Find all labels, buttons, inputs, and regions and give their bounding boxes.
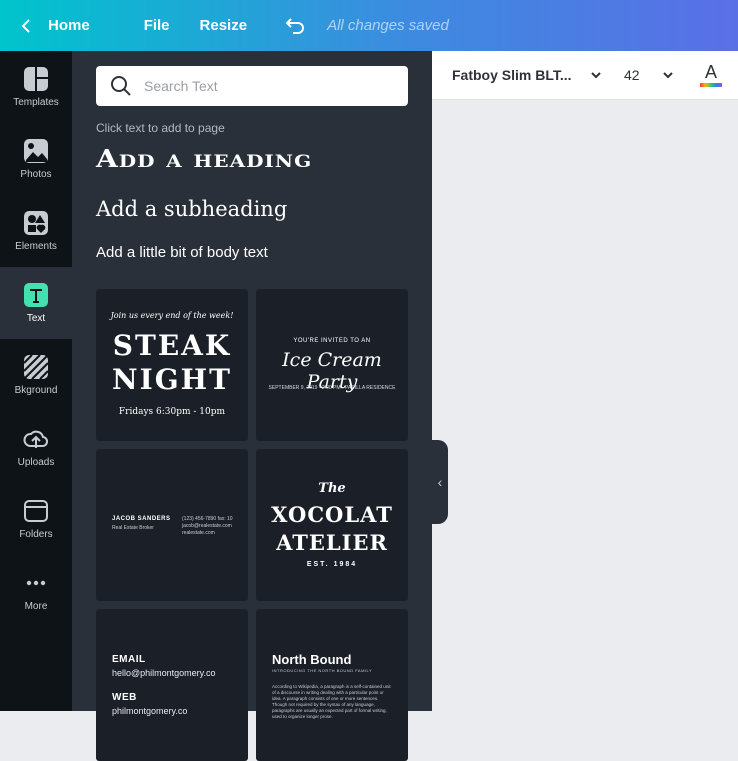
text-icon xyxy=(23,282,49,308)
template-business-card[interactable]: JACOB SANDERS Real Estate Broker (123) 4… xyxy=(96,449,248,601)
chevron-down-icon[interactable] xyxy=(662,69,674,81)
template-text: EST. 1984 xyxy=(306,561,358,568)
rail-item-folders[interactable]: Folders xyxy=(0,483,72,555)
rail-item-templates[interactable]: Templates xyxy=(0,51,72,123)
panel-hint: Click text to add to page xyxy=(96,121,225,135)
search-icon xyxy=(111,76,131,96)
template-text: realestate.com xyxy=(182,530,215,536)
folder-icon xyxy=(23,498,49,524)
rail-item-elements[interactable]: Elements xyxy=(0,195,72,267)
template-text: SEPTEMBER 9, 2019 · 2:00 PM · PADILLA RE… xyxy=(268,385,396,391)
template-text: hello@philmontgomery.co xyxy=(112,668,216,678)
template-text: The xyxy=(318,481,346,496)
text-toolbar: Fatboy Slim BLT... 42 A xyxy=(432,51,738,100)
rail-label: Photos xyxy=(20,169,52,180)
undo-icon xyxy=(285,17,304,34)
rail-label: Bkground xyxy=(14,385,58,396)
add-body-text-button[interactable]: Add a little bit of body text xyxy=(96,244,268,261)
rail-label: Templates xyxy=(13,97,59,108)
template-text: Real Estate Broker xyxy=(112,525,154,531)
template-title: EMAIL xyxy=(112,654,146,665)
rail-label: Elements xyxy=(15,241,57,252)
file-menu-button[interactable]: File xyxy=(144,17,170,34)
rail-item-uploads[interactable]: Uploads xyxy=(0,411,72,483)
resize-button[interactable]: Resize xyxy=(200,17,248,34)
template-contact: (123) 456-7890 fax: 10 jacob@realestate.… xyxy=(182,516,233,537)
template-title-line: ATELIER xyxy=(276,530,388,555)
template-title: STEAK NIGHT xyxy=(96,329,248,397)
template-title: North Bound xyxy=(272,652,352,667)
home-label: Home xyxy=(48,17,90,34)
chevron-left-icon: ‹ xyxy=(437,474,443,490)
template-title-line: NIGHT xyxy=(112,363,232,396)
color-bar xyxy=(700,83,722,87)
template-title: JACOB SANDERS xyxy=(112,516,171,522)
text-panel: Click text to add to page Add a heading … xyxy=(72,51,432,761)
undo-button[interactable] xyxy=(285,15,307,37)
templates-icon xyxy=(23,66,49,92)
background-icon xyxy=(23,354,49,380)
template-text: INTRODUCING THE NORTH BOUND FAMILY xyxy=(272,668,373,673)
template-contact-info[interactable]: EMAIL hello@philmontgomery.co WEB philmo… xyxy=(96,609,248,761)
template-text: (123) 456-7890 fax: 10 xyxy=(182,516,233,522)
rail-label: Folders xyxy=(19,529,53,540)
elements-icon xyxy=(23,210,49,236)
font-family-dropdown[interactable]: Fatboy Slim BLT... xyxy=(452,67,576,83)
template-text: philmontgomery.co xyxy=(112,706,188,716)
uploads-icon xyxy=(23,426,49,452)
template-title: WEB xyxy=(112,692,137,703)
home-button[interactable]: Home xyxy=(20,17,90,34)
add-subheading-button[interactable]: Add a subheading xyxy=(96,197,287,221)
search-input[interactable] xyxy=(142,77,386,95)
save-status: All changes saved xyxy=(327,17,449,34)
more-icon xyxy=(23,570,49,596)
template-text: Join us every end of the week! xyxy=(110,311,234,320)
top-bar: Home File Resize All changes saved xyxy=(0,0,738,51)
add-heading-button[interactable]: Add a heading xyxy=(96,145,312,173)
template-ice-cream-party[interactable]: YOU'RE INVITED TO AN Ice Cream Party SEP… xyxy=(256,289,408,441)
template-xocolat-atelier[interactable]: The XOCOLAT ATELIER EST. 1984 xyxy=(256,449,408,601)
photos-icon xyxy=(23,138,49,164)
template-steak-night[interactable]: Join us every end of the week! STEAK NIG… xyxy=(96,289,248,441)
template-title-line: STEAK xyxy=(112,329,232,362)
chevron-left-icon xyxy=(21,18,30,33)
rail-label: Text xyxy=(26,313,46,324)
rail-item-text[interactable]: Text xyxy=(0,267,72,339)
search-box[interactable] xyxy=(96,66,408,106)
chevron-down-icon[interactable] xyxy=(590,69,602,81)
rail-label: More xyxy=(24,601,48,612)
rail-item-background[interactable]: Bkground xyxy=(0,339,72,411)
template-text: Fridays 6:30pm - 10pm xyxy=(118,407,226,417)
text-color-button[interactable]: A xyxy=(698,62,724,88)
template-north-bound[interactable]: North Bound INTRODUCING THE NORTH BOUND … xyxy=(256,609,408,761)
template-title: XOCOLAT ATELIER xyxy=(256,501,408,557)
rail-item-photos[interactable]: Photos xyxy=(0,123,72,195)
template-title-line: XOCOLAT xyxy=(271,502,393,527)
template-text: YOU'RE INVITED TO AN xyxy=(293,338,371,344)
collapse-panel-button[interactable]: ‹ xyxy=(432,440,448,524)
template-text: jacob@realestate.com xyxy=(182,523,232,529)
rail-label: Uploads xyxy=(17,457,55,468)
side-rail: Templates Photos Elements Text Bkground … xyxy=(0,51,72,711)
text-color-icon: A xyxy=(704,62,717,82)
rail-item-more[interactable]: More xyxy=(0,555,72,627)
font-size-input[interactable]: 42 xyxy=(624,67,654,83)
template-text: According to Wikipedia, a paragraph is a… xyxy=(272,684,391,719)
